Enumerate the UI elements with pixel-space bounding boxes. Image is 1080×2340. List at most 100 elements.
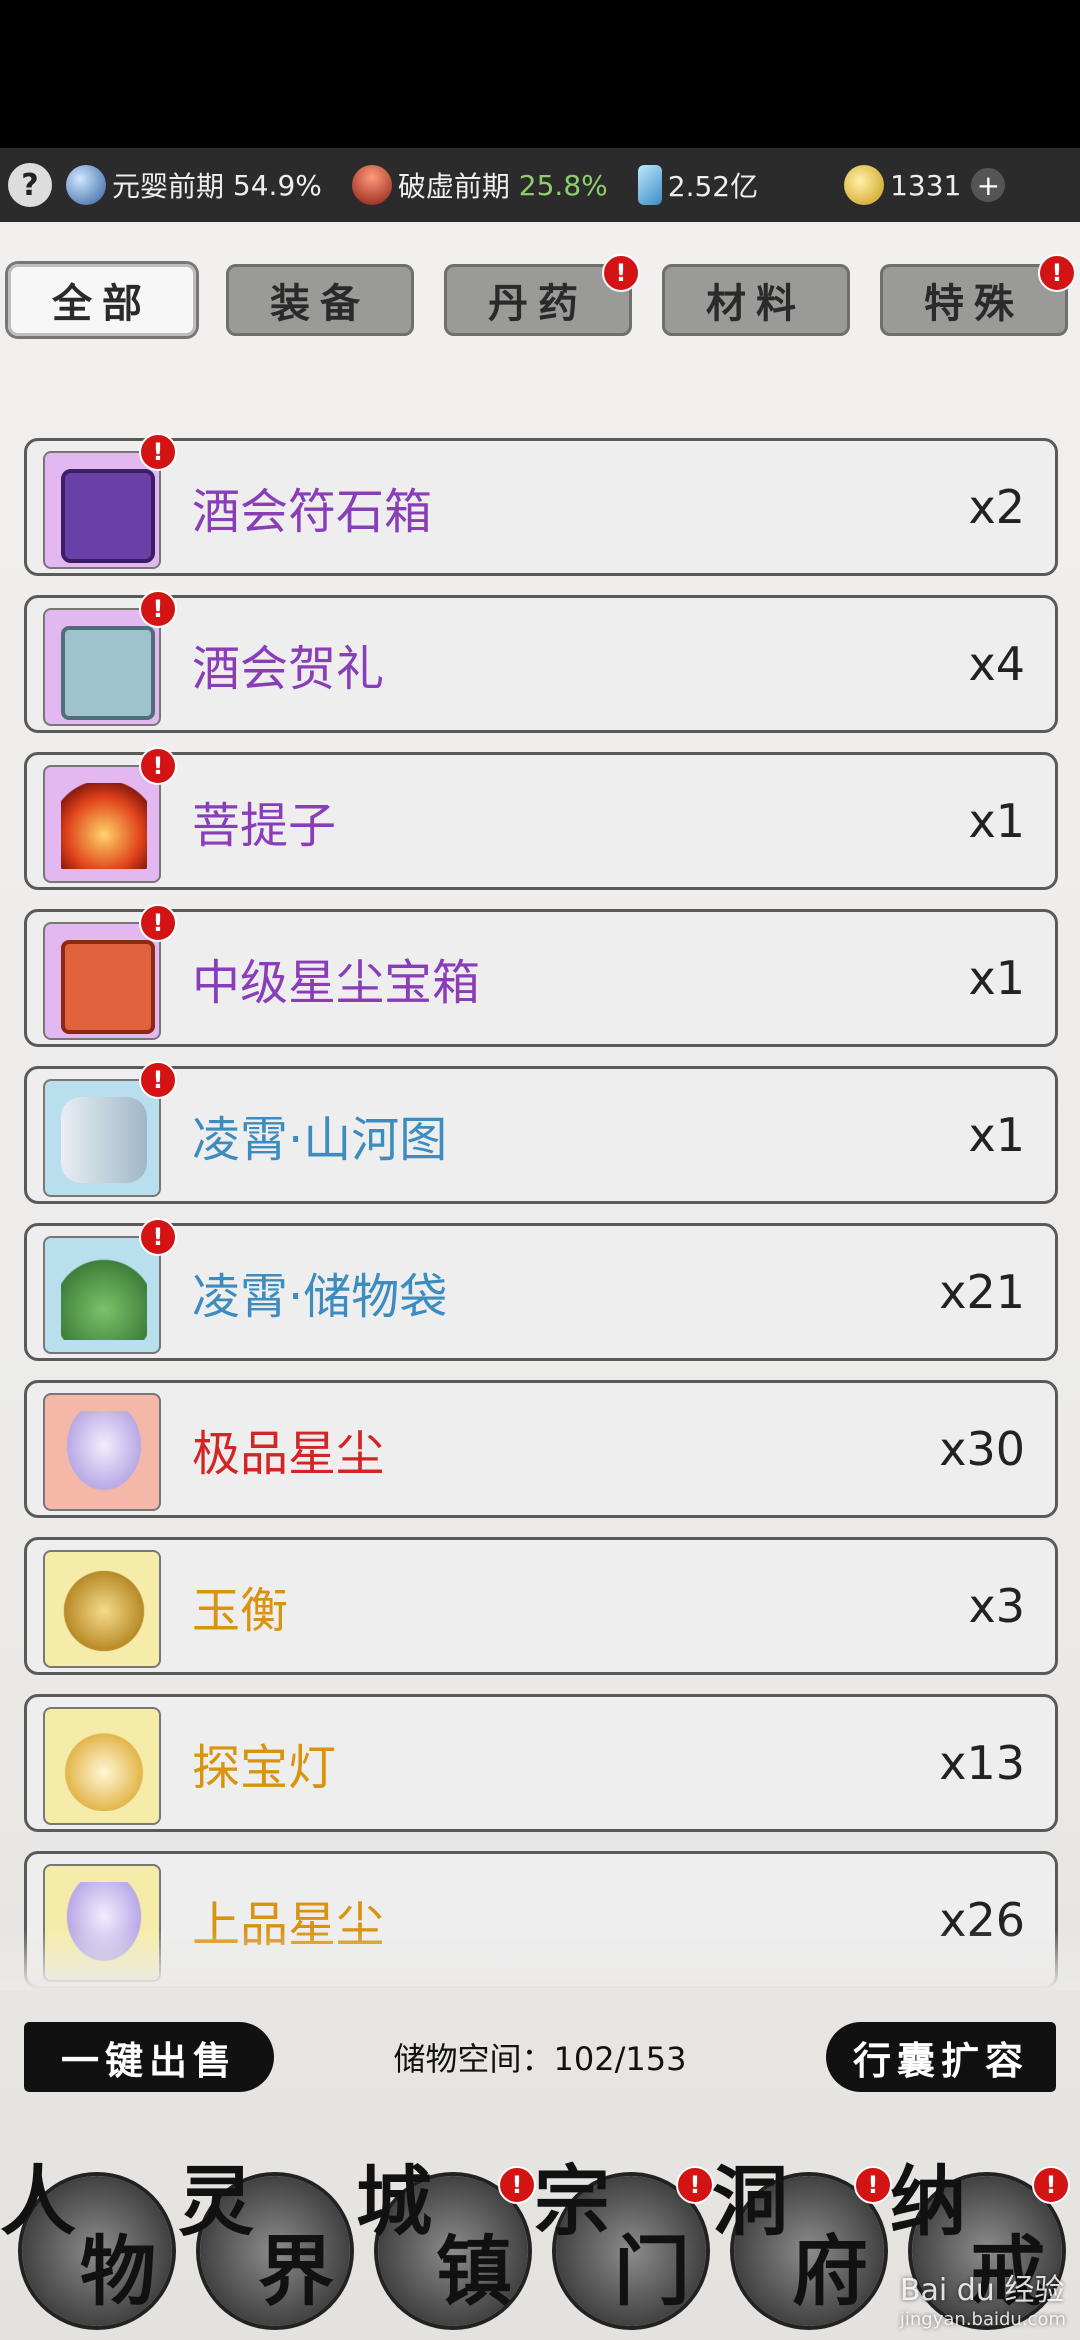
realm1-label: 元婴前期 [112,170,225,203]
item-icon-frame [43,1550,161,1668]
bottom-action-bar: 一键出售 储物空间：102/153 行囊扩容 [0,2012,1080,2102]
item-quantity: x30 [939,1422,1025,1476]
gold-coin-icon [844,165,885,205]
item-icon-frame [43,1079,161,1197]
crystal-currency: 2.52亿 [637,165,759,205]
item-icon-frame [43,1236,161,1354]
nav-button-洞府[interactable]: 洞府! [712,2157,892,2330]
realm2-status: 破虚前期 25.8% [351,165,608,205]
item-row[interactable]: ! 酒会符石箱 x2 [24,433,1058,576]
nav-char-1: 城 [356,2157,432,2246]
new-item-alert-badge: ! [139,747,177,785]
item-quantity: x21 [939,1265,1025,1319]
item-icon-frame [43,608,161,726]
nav-char-2: 府 [792,2227,868,2316]
item-name: 菩提子 [192,798,337,854]
item-row[interactable]: ! 菩提子 x1 [24,747,1058,890]
item-row[interactable]: ! 酒会贺礼 x4 [24,590,1058,733]
item-name: 酒会符石箱 [192,484,433,540]
watermark-main: Bai du 经验 [899,2273,1065,2308]
nav-char-2: 镇 [436,2227,512,2316]
item-quantity: x2 [968,480,1026,534]
new-item-alert-badge: ! [139,904,177,942]
nav-char-1: 洞 [712,2157,788,2246]
red-chest-icon [61,940,155,1034]
tab-pills-alert-badge: ! [602,254,640,292]
flame-emblem-icon [351,165,392,205]
watermark-sub: jingyan.baidu.com [899,2309,1066,2330]
item-name: 凌霄·山河图 [192,1112,448,1168]
tab-special-alert-badge: ! [1038,254,1076,292]
new-item-alert-badge: ! [139,1218,177,1256]
nav-char-1: 纳 [890,2157,966,2246]
stardust-icon [61,1411,147,1497]
item-name: 酒会贺礼 [192,641,385,697]
item-name: 中级星尘宝箱 [192,955,481,1011]
tab-all[interactable]: 全部 [8,264,196,336]
nav-char-1: 人 [0,2157,76,2246]
watermark: Bai du 经验 jingyan.baidu.com [900,2265,1066,2330]
item-quantity: x1 [968,1108,1026,1162]
gift-box-icon [61,626,155,720]
help-icon[interactable]: ? [8,163,52,207]
item-icon-frame [43,765,161,883]
item-icon-frame [43,1707,161,1825]
list-fade [0,1930,1080,1990]
item-quantity: x1 [968,951,1026,1005]
nav-char-1: 宗 [534,2157,610,2246]
realm1-status: 元婴前期 54.9% [66,165,322,205]
item-row[interactable]: 探宝灯 x13 [24,1694,1058,1832]
item-row[interactable]: ! 凌霄·山河图 x1 [24,1061,1058,1204]
item-quantity: x4 [968,637,1026,691]
item-row[interactable]: ! 中级星尘宝箱 x1 [24,904,1058,1047]
category-tabs: 全部 装备 丹药 ! 材料 特殊 ! [8,254,1076,340]
lantern-icon [61,1725,147,1811]
status-bar: ? 元婴前期 54.9% 破虚前期 25.8% 2.52亿 1331 + [0,148,1080,222]
new-item-alert-badge: ! [139,590,177,628]
new-item-alert-badge: ! [139,1061,177,1099]
item-row[interactable]: 玉衡 x3 [24,1537,1058,1675]
item-name: 凌霄·储物袋 [192,1269,448,1325]
chest-icon [61,469,155,563]
item-quantity: x3 [968,1579,1026,1633]
add-currency-button[interactable]: + [971,168,1006,202]
item-icon-frame [43,1393,161,1511]
nav-alert-badge: ! [1032,2166,1070,2204]
realm2-percent: 25.8% [518,168,608,202]
nav-button-宗门[interactable]: 宗门! [534,2157,714,2330]
yin-yang-icon [66,165,106,205]
crystal-icon [637,165,662,205]
item-quantity: x13 [939,1736,1025,1790]
gold-amount: 1331 [890,168,962,202]
item-row[interactable]: ! 凌霄·储物袋 x21 [24,1218,1058,1361]
crystal-amount: 2.52亿 [667,170,759,203]
inventory-panel: 全部 装备 丹药 ! 材料 特殊 ! ! 酒会符石箱 x2! 酒会贺礼 x4! 菩提子 x1… [0,222,1080,2340]
nav-char-2: 界 [258,2227,334,2316]
nav-char-2: 门 [614,2227,690,2316]
item-icon-frame [43,451,161,569]
tab-equipment[interactable]: 装备 [226,264,414,336]
item-name: 探宝灯 [192,1740,337,1796]
item-name: 玉衡 [192,1583,289,1639]
nav-char-2: 物 [80,2227,156,2316]
item-name: 极品星尘 [192,1426,385,1482]
new-item-alert-badge: ! [139,433,177,471]
realm1-percent: 54.9% [232,168,322,202]
realm2-label: 破虚前期 [397,170,510,203]
nav-alert-badge: ! [676,2166,714,2204]
item-row[interactable]: 极品星尘 x30 [24,1380,1058,1518]
pouch-icon [61,1254,147,1340]
nav-button-城镇[interactable]: 城镇! [356,2157,536,2330]
nav-char-1: 灵 [178,2157,254,2246]
gold-currency: 1331 + [844,165,1006,205]
nav-button-人物[interactable]: 人物 [0,2157,174,2330]
nav-button-灵界[interactable]: 灵界 [178,2157,352,2330]
tab-materials[interactable]: 材料 [662,264,850,336]
jade-disc-icon [61,1568,147,1654]
scroll-icon [61,1097,147,1183]
expand-bag-button[interactable]: 行囊扩容 [826,2022,1056,2092]
flame-seed-icon [61,783,147,869]
nav-alert-badge: ! [498,2166,536,2204]
item-quantity: x1 [968,794,1026,848]
item-icon-frame [43,922,161,1040]
